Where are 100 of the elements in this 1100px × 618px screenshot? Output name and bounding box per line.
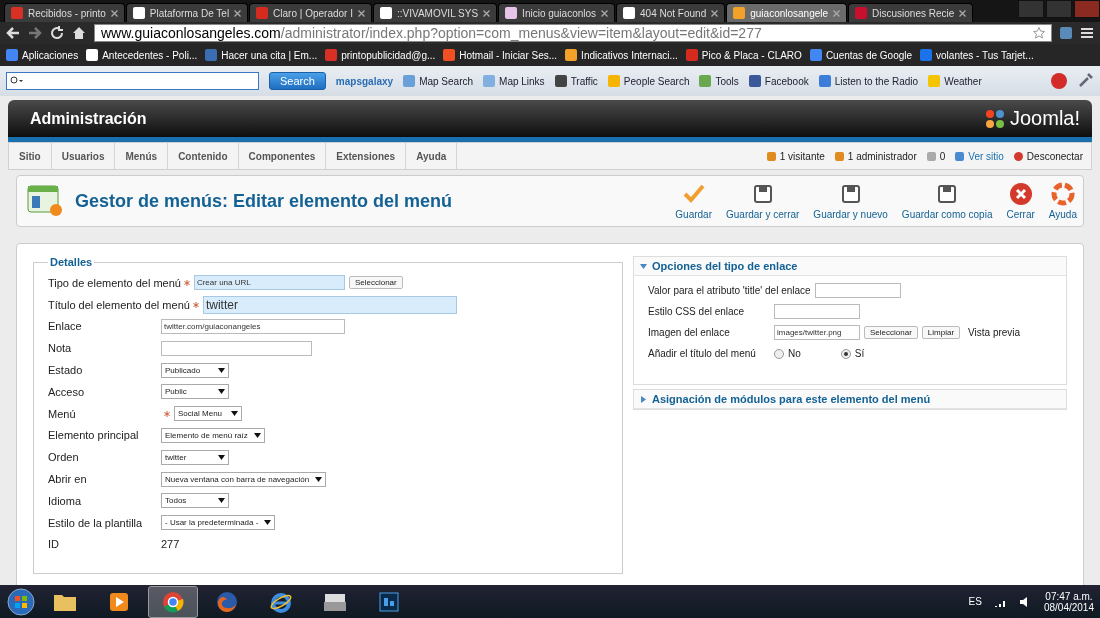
clock-time[interactable]: 07:47 a.m. [1045,590,1093,602]
menu-icon[interactable] [1080,26,1094,40]
browser-tab[interactable]: 404 Not Found [616,3,726,22]
close-icon[interactable] [959,9,967,17]
dropdown[interactable]: Social Menu [174,406,242,422]
taskbar-app[interactable] [148,585,198,618]
bookmark[interactable]: Aplicaciones [22,49,79,61]
image-path-field[interactable]: images/twitter.png [774,325,860,340]
browser-tab[interactable]: Recibidos - printo [4,3,125,22]
toolbar-link[interactable]: Weather [944,75,982,87]
bookmark[interactable]: Cuentas de Google [825,49,913,61]
field-label: Título del elemento del menú [48,298,190,311]
menu-item[interactable]: Contenido [168,143,239,169]
browser-tab[interactable]: ::VIVAMOVIL SYS [372,3,498,22]
toolbar-action[interactable]: Guardar y nuevo [813,182,888,220]
status-text[interactable]: Desconectar [1026,150,1083,162]
star-icon[interactable] [1033,27,1045,39]
toolbar-action[interactable]: Guardar [675,182,712,220]
dropdown[interactable]: Nueva ventana con barra de navegación [161,471,327,487]
browser-tab[interactable]: Claro | Operador I [249,3,372,22]
toolbar-brand: mapsgalaxy [335,75,394,87]
address-bar[interactable]: www.guiaconlosangeles.com/administrator/index.php?option=com_menus&view=item&layout=edit&id=277 [94,24,1052,42]
menu-item[interactable]: Componentes [238,143,327,169]
dropdown[interactable]: Publicado [161,362,229,378]
close-icon[interactable] [234,9,242,17]
title-field[interactable]: twitter [202,295,457,314]
app-icon [379,591,399,612]
home-icon[interactable] [72,26,86,40]
toolbar-logo-icon[interactable] [1050,72,1068,90]
action-icon [1050,182,1075,206]
menu-item[interactable]: Extensiones [326,143,407,169]
extension-icon[interactable] [1060,27,1072,39]
panel-button[interactable]: Limpiar [921,326,961,339]
menu-item[interactable]: Usuarios [51,143,116,169]
wrench-icon[interactable] [1078,72,1094,88]
close-icon[interactable] [711,9,719,17]
radio-button[interactable] [840,348,851,359]
bookmark[interactable]: Hacer una cita | Em... [221,49,318,61]
toolbar-link[interactable]: Map Search [419,75,474,87]
radio-button[interactable] [774,348,784,359]
toolbar-link-icon [483,75,496,87]
toolbar-link[interactable]: Listen to the Radio [834,75,919,87]
dropdown[interactable]: Elemento de menú raíz [161,427,265,443]
dropdown[interactable]: Public [161,384,229,400]
dropdown-arrow-icon [218,389,225,395]
search-icon[interactable] [10,76,24,86]
text-field[interactable] [161,340,312,356]
panel-header[interactable]: Asignación de módulos para este elemento del menú [634,390,1066,409]
bookmark[interactable]: Pico & Placa - CLARO [701,49,802,61]
toolbar-link[interactable]: People Search [623,75,690,87]
browser-tab[interactable]: Plataforma De Tel [125,3,249,22]
back-icon[interactable] [6,26,20,40]
menu-item[interactable]: Menús [115,143,169,169]
forward-icon[interactable] [28,26,42,40]
toolbar-action[interactable]: Ayuda [1048,182,1077,220]
reload-icon[interactable] [50,26,64,40]
close-icon[interactable] [110,9,118,17]
start-button[interactable] [6,586,36,617]
menu-item[interactable]: Ayuda [406,143,458,169]
toolbar-action[interactable]: Cerrar [1006,182,1035,220]
clock-date[interactable]: 08/04/2014 [1043,601,1094,613]
text-field[interactable] [814,283,901,298]
close-icon[interactable] [601,9,609,17]
toolbar-link[interactable]: Map Links [499,75,545,87]
panel-button[interactable]: Seleccionar [864,326,918,339]
close-icon[interactable] [357,9,365,17]
search-button[interactable]: Search [269,72,326,90]
text-field[interactable]: twitter.com/guiaconangeles [161,319,345,334]
toolbar-link[interactable]: Traffic [570,75,598,87]
toolbar-action[interactable]: Guardar como copia [901,182,993,220]
bookmark-icon [685,49,698,61]
menu-item-type-field[interactable]: Crear una URL [193,275,345,291]
browser-tab[interactable]: guiaconlosangele [726,3,848,22]
menu-item[interactable]: Sitio [9,143,52,169]
dropdown[interactable]: - Usar la predeterminada - [161,515,276,531]
bookmark[interactable]: Hotmail - Iniciar Ses... [459,49,558,61]
bookmark-icon [205,49,218,61]
status-text: 0 [939,150,946,162]
browser-tab[interactable]: Discusiones Recie [848,3,974,22]
browser-tab[interactable]: Inicio guiaconlos [498,3,616,22]
text-field[interactable] [774,304,860,319]
close-icon[interactable] [483,9,491,17]
bookmark[interactable]: Antecedentes - Poli... [102,49,198,61]
bookmark[interactable]: printopublicidad@g... [341,49,436,61]
toolbar-link-icon [403,75,416,87]
bookmark[interactable]: volantes - Tus Tarjet... [936,49,1034,61]
bookmark[interactable]: Indicativos Internaci... [581,49,678,61]
status-text: 1 visitante [779,150,825,162]
toolbar-action[interactable]: Guardar y cerrar [726,182,800,220]
toolbar-link[interactable]: Facebook [764,75,809,87]
dropdown[interactable]: Todos [161,493,229,509]
panel-header[interactable]: Opciones del tipo de enlace [634,257,1066,276]
toolbar-link[interactable]: Tools [715,75,739,87]
search-field[interactable] [6,72,259,90]
language-indicator[interactable]: ES [968,596,982,607]
status-text[interactable]: Ver sitio [968,150,1004,162]
favicon-icon [379,7,392,19]
select-button[interactable]: Seleccionar [348,276,403,290]
favicon-icon [11,7,23,19]
dropdown[interactable]: twitter [161,449,229,465]
